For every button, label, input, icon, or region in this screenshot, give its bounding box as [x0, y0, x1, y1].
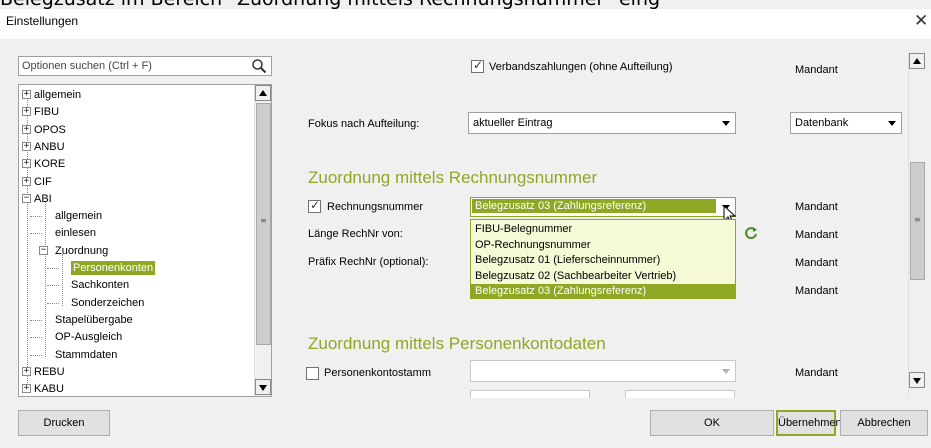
scroll-thumb[interactable]: ≡ [256, 103, 271, 345]
tree-connector [47, 285, 59, 287]
check-icon: ✓ [310, 198, 321, 212]
tree-scrollbar[interactable]: ≡ [254, 85, 271, 396]
tree-connector [62, 253, 63, 306]
chevron-down-icon[interactable] [883, 113, 901, 133]
tree-item[interactable]: REBU [34, 365, 65, 379]
tree-connector [27, 93, 28, 388]
tree-item[interactable]: OPOS [34, 123, 66, 137]
expand-icon[interactable]: + [22, 384, 31, 394]
clipped-field [470, 390, 590, 398]
title-bar [0, 9, 931, 39]
search-input[interactable]: Optionen suchen (Ctrl + F) [18, 56, 272, 76]
section-personenkonto: Zuordnung mittels Personenkontodaten [308, 334, 606, 353]
expand-icon[interactable]: + [22, 176, 31, 186]
expand-icon[interactable]: + [22, 159, 31, 169]
fokus-value: aktueller Eintrag [473, 117, 553, 129]
section-rechnungsnummer: Zuordnung mittels Rechnungsnummer [308, 168, 598, 187]
tree-item[interactable]: allgemein [55, 209, 102, 223]
print-button[interactable]: Drucken [18, 410, 110, 436]
tree-item[interactable]: FIBU [34, 105, 59, 119]
praefix-label: Präfix RechNr (optional): [308, 256, 429, 268]
cancel-button[interactable]: Abbrechen [840, 410, 928, 436]
personenkontostamm-select[interactable] [470, 360, 736, 382]
tree-item[interactable]: CIF [34, 175, 52, 189]
scroll-down-button[interactable] [909, 372, 925, 388]
dropdown-option[interactable]: Belegzusatz 03 (Zahlungsreferenz) [471, 284, 735, 298]
tree-item[interactable]: KORE [34, 157, 65, 171]
rechnungsnummer-dropdown-list[interactable]: FIBU-Belegnummer OP-Rechnungsnummer Belegz… [470, 219, 736, 299]
apply-button[interactable]: Übernehmen [776, 410, 842, 436]
close-icon[interactable]: ✕ [914, 11, 928, 31]
fokus-scope-select[interactable]: Datenbank [790, 112, 902, 134]
scroll-up-button[interactable] [255, 85, 271, 101]
scroll-up-button[interactable] [909, 53, 925, 69]
verbandszahlungen-scope: Mandant [795, 64, 838, 76]
chevron-down-icon[interactable] [717, 113, 735, 133]
scroll-thumb[interactable]: ≡ [910, 162, 925, 280]
expand-icon[interactable]: + [22, 141, 31, 151]
verbandszahlungen-label: Verbandszahlungen (ohne Aufteilung) [489, 61, 673, 73]
search-placeholder: Optionen suchen (Ctrl + F) [22, 60, 152, 72]
tree-connector [45, 201, 46, 358]
tree-item[interactable]: KABU [34, 382, 64, 396]
dropdown-option[interactable]: FIBU-Belegnummer [471, 222, 735, 236]
praefix-scope: Mandant [795, 257, 838, 269]
tree-connector [30, 216, 42, 218]
ok-button[interactable]: OK [650, 410, 774, 436]
rechnungsnummer-value: Belegzusatz 03 (Zahlungsreferenz) [472, 199, 716, 213]
expand-icon[interactable]: + [22, 366, 31, 376]
dropdown-option[interactable]: OP-Rechnungsnummer [471, 238, 735, 252]
tree-connector [30, 319, 42, 321]
tree-connector [47, 268, 59, 269]
laenge-scope: Mandant [795, 229, 838, 241]
verbandszahlungen-checkbox[interactable]: ✓ [471, 58, 484, 73]
fokus-select[interactable]: aktueller Eintrag [468, 112, 736, 134]
tree-item[interactable]: ANBU [34, 140, 65, 154]
fokus-scope-value: Datenbank [795, 117, 849, 129]
clipped-field [625, 390, 735, 398]
search-icon[interactable] [251, 58, 267, 74]
extra-scope: Mandant [795, 285, 838, 297]
laenge-label: Länge RechNr von: [308, 228, 403, 240]
personenkontostamm-checkbox[interactable] [306, 367, 319, 380]
tree-item[interactable]: Sachkonten [71, 278, 129, 292]
chevron-down-icon [717, 361, 735, 381]
tree-connector [30, 354, 42, 356]
tree-connector [30, 233, 42, 235]
scroll-down-button[interactable] [255, 379, 271, 395]
check-icon: ✓ [473, 58, 484, 72]
tree-item[interactable]: OP-Ausgleich [55, 330, 122, 344]
tree-item[interactable]: Personenkonten [71, 261, 156, 275]
collapse-icon[interactable]: − [22, 193, 31, 203]
rechnungsnummer-label: Rechnungsnummer [327, 201, 423, 213]
personenkontostamm-scope: Mandant [795, 367, 838, 379]
tree-item[interactable]: Stammdaten [55, 348, 117, 362]
window-title: Einstellungen [6, 14, 79, 28]
tree-item[interactable]: Zuordnung [55, 244, 108, 258]
tree-item[interactable]: allgemein [34, 88, 81, 102]
expand-icon[interactable]: + [22, 124, 31, 134]
settings-tree[interactable]: + allgemein + FIBU + OPOS + ANBU + KORE + CIF − ABI al… [18, 84, 272, 397]
collapse-icon[interactable]: − [39, 245, 48, 255]
tree-connector [47, 302, 59, 304]
rechnungsnummer-scope: Mandant [795, 201, 838, 213]
refresh-icon[interactable] [744, 226, 758, 240]
expand-icon[interactable]: + [22, 107, 31, 117]
tree-item[interactable]: Stapelübergabe [55, 313, 133, 327]
expand-icon[interactable]: + [22, 90, 31, 99]
panel-scrollbar[interactable]: ≡ [908, 50, 925, 396]
tree-item[interactable]: Sonderzeichen [71, 296, 144, 310]
fokus-label: Fokus nach Aufteilung: [308, 118, 420, 130]
rechnungsnummer-select[interactable]: Belegzusatz 03 (Zahlungsreferenz) [470, 197, 736, 217]
rechnungsnummer-checkbox[interactable]: ✓ [308, 198, 321, 213]
dropdown-option[interactable]: Belegzusatz 02 (Sachbearbeiter Vertrieb) [471, 269, 735, 283]
personenkontostamm-label: Personenkontostamm [324, 367, 431, 379]
tree-item[interactable]: ABI [34, 192, 52, 206]
dropdown-option[interactable]: Belegzusatz 01 (Lieferscheinnummer) [471, 253, 735, 267]
tree-connector [30, 337, 42, 339]
tree-item[interactable]: einlesen [55, 226, 96, 240]
